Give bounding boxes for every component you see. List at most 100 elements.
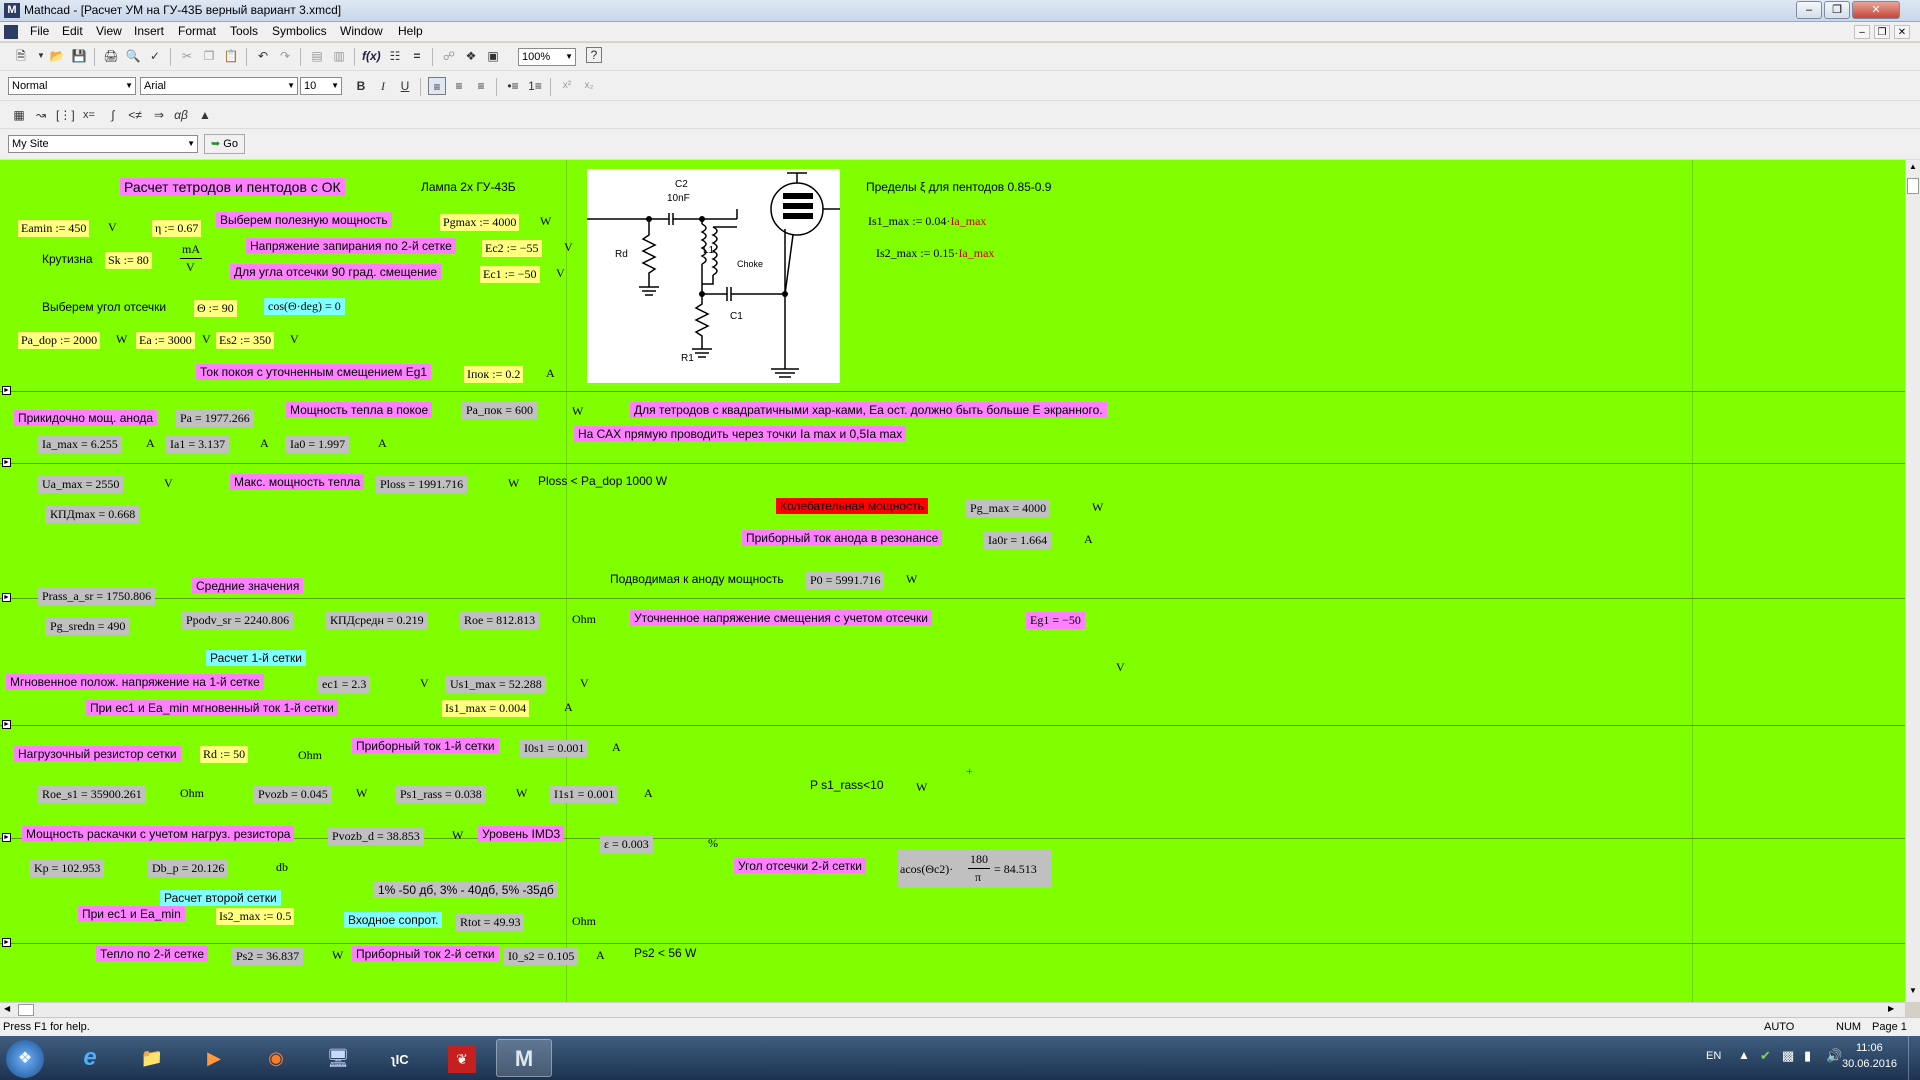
region-anchor-icon[interactable]: ► <box>2 720 11 729</box>
evaluation-icon[interactable]: x= <box>80 106 98 124</box>
sk-definition[interactable]: Sk := 80 <box>105 252 152 269</box>
ua-max-result[interactable]: Ua_max = 2550 <box>38 476 124 493</box>
kpd-sredn-result[interactable]: КПДсредн = 0.219 <box>326 612 428 629</box>
tray-show-hidden-icon[interactable]: ▲ <box>1738 1048 1750 1062</box>
sheet-title[interactable]: Расчет тетродов и пентодов с ОК <box>120 178 345 196</box>
programming-icon[interactable]: ⇒ <box>150 106 168 124</box>
insert-unit-icon[interactable]: ☷ <box>386 47 404 65</box>
resource-center-icon[interactable]: ▣ <box>484 47 502 65</box>
calculator-icon[interactable]: ▦ <box>10 106 28 124</box>
kp-result[interactable]: Kp = 102.953 <box>30 860 105 877</box>
rd-definition[interactable]: Rd := 50 <box>200 746 249 763</box>
pgmax-definition[interactable]: Pgmax := 4000 <box>440 214 520 231</box>
menu-view[interactable]: View <box>92 24 126 38</box>
scroll-down-icon[interactable]: ▼ <box>1907 986 1919 998</box>
cos-evaluation[interactable]: cos(Θ·deg) = 0 <box>264 298 345 315</box>
approx-power-label[interactable]: Прикидочно мощ. анода <box>14 410 158 426</box>
menu-help[interactable]: Help <box>394 24 427 38</box>
is1-max-result[interactable]: Is1_max = 0.004 <box>442 700 530 717</box>
ploss-comparison[interactable]: Ploss < Pa_dop 1000 W <box>538 474 667 488</box>
i0s1-result[interactable]: I0s1 = 0.001 <box>520 740 589 757</box>
media-player-icon[interactable]: ▶ <box>186 1039 242 1077</box>
heat-grid2-label[interactable]: Тепло по 2-й сетке <box>96 946 209 962</box>
region-anchor-icon[interactable]: ► <box>2 833 11 842</box>
insert-function-icon[interactable]: f(x) <box>362 47 381 65</box>
grid2-calc-label[interactable]: Расчет второй сетки <box>160 890 281 906</box>
region-anchor-icon[interactable]: ► <box>2 593 11 602</box>
adobe-reader-icon[interactable]: ❦ <box>434 1039 490 1077</box>
load-resistor-label[interactable]: Нагрузочный резистор сетки <box>14 746 181 762</box>
db-p-result[interactable]: Db_p = 20.126 <box>148 860 229 877</box>
vertical-scroll-thumb[interactable] <box>1907 178 1919 194</box>
ea-definition[interactable]: Ea := 3000 <box>136 332 195 349</box>
open-icon[interactable]: 📂 <box>48 47 66 65</box>
pg-max-result[interactable]: Pg_max = 4000 <box>966 500 1051 517</box>
tray-update-icon[interactable]: ✔ <box>1760 1048 1771 1064</box>
mdi-minimize-button[interactable]: – <box>1854 25 1870 39</box>
horizontal-scrollbar[interactable]: ◀ ▶ <box>0 1002 1905 1017</box>
ltspice-icon[interactable]: ʅIC <box>372 1039 428 1077</box>
close-button[interactable]: ✕ <box>1852 1 1900 19</box>
ec1-definition[interactable]: Ec1 := −50 <box>480 266 540 283</box>
ploss-result[interactable]: Ploss = 1991.716 <box>376 476 468 493</box>
cutoff-voltage-label[interactable]: Напряжение запирания по 2-й сетке <box>246 238 456 254</box>
anode-current-label[interactable]: Приборный ток анода в резонансе <box>742 530 943 546</box>
drive-power-label[interactable]: Мощность раскачки с учетом нагруз. резис… <box>22 826 295 842</box>
undo-icon[interactable]: ↶ <box>254 47 272 65</box>
ia0r-result[interactable]: Ia0r = 1.664 <box>984 532 1052 549</box>
eta-definition[interactable]: η := 0.67 <box>152 220 202 237</box>
pvozb-d-result[interactable]: Pvozb_d = 38.853 <box>328 828 424 845</box>
grid1-current-label[interactable]: Приборный ток 1-й сетки <box>352 738 499 754</box>
graph-icon[interactable]: ↝ <box>32 106 50 124</box>
font-size-select[interactable]: 10 ▼ <box>300 77 342 95</box>
ipok-definition[interactable]: Iпок := 0.2 <box>464 366 524 383</box>
circuit-schematic[interactable]: C2 10nF L1 Choke Rd R1 C1 <box>587 169 840 383</box>
imd3-label[interactable]: Уровень IMD3 <box>478 826 565 842</box>
italic-button[interactable]: I <box>374 77 392 95</box>
i0-s2-result[interactable]: I0_s2 = 0.105 <box>504 948 579 965</box>
ps1-note[interactable]: P s1_rass<10 <box>810 778 884 792</box>
superscript-icon[interactable]: x² <box>558 77 576 95</box>
ps1-rass-result[interactable]: Ps1_rass = 0.038 <box>396 786 486 803</box>
menu-format[interactable]: Format <box>174 24 220 38</box>
angle-grid2-label[interactable]: Угол отсечки 2-й сетки <box>734 858 866 874</box>
menu-insert[interactable]: Insert <box>130 24 168 38</box>
paste-icon[interactable]: 📋 <box>222 47 240 65</box>
print-preview-icon[interactable]: 🔍 <box>124 47 142 65</box>
language-indicator[interactable]: EN <box>1706 1050 1721 1062</box>
acos-evaluation[interactable]: acos(Θc2)· 180 π = 84.513 <box>898 850 1052 888</box>
bold-button[interactable]: B <box>352 77 370 95</box>
ia1-result[interactable]: Ia1 = 3.137 <box>166 436 230 453</box>
menu-symbolics[interactable]: Symbolics <box>268 24 331 38</box>
epsilon-result[interactable]: ε = 0.003 <box>600 836 653 853</box>
is2-max-definition[interactable]: Is2_max := 0.15·Ia_max <box>876 246 994 261</box>
vertical-scrollbar[interactable]: ▲ ▼ <box>1905 160 1920 1002</box>
subscript-icon[interactable]: x₂ <box>580 77 598 95</box>
align-left-icon[interactable]: ≡ <box>428 77 446 95</box>
scroll-right-icon[interactable]: ▶ <box>1888 1004 1900 1016</box>
average-values-label[interactable]: Средние значения <box>192 578 304 594</box>
choose-angle-label[interactable]: Выберем угол отсечки <box>42 300 166 314</box>
is1-max-definition[interactable]: Is1_max := 0.04·Ia_max <box>868 214 986 229</box>
refined-bias-label[interactable]: Уточненное напряжение смещения с учетом … <box>630 610 932 626</box>
menu-file[interactable]: File <box>26 24 53 38</box>
align-center-icon[interactable]: ≡ <box>450 77 468 95</box>
numbering-icon[interactable]: 1≡ <box>526 77 544 95</box>
print-icon[interactable]: 🖨 <box>102 47 120 65</box>
new-icon[interactable]: 🗎 <box>12 47 30 65</box>
site-select[interactable]: My Site ▼ <box>8 135 198 153</box>
is2-max-result[interactable]: Is2_max := 0.5 <box>216 908 295 925</box>
scroll-up-icon[interactable]: ▲ <box>1907 162 1919 174</box>
ppodv-result[interactable]: Ppodv_sr = 2240.806 <box>182 612 294 629</box>
mdi-restore-button[interactable]: ❐ <box>1874 25 1890 39</box>
rtot-result[interactable]: Rtot = 49.93 <box>456 914 525 931</box>
ec2-definition[interactable]: Ec2 := −55 <box>482 240 542 257</box>
cut-icon[interactable]: ✂ <box>178 47 196 65</box>
file-explorer-icon[interactable]: 📁 <box>124 1039 180 1077</box>
grid1-calc-label[interactable]: Расчет 1-й сетки <box>206 650 306 666</box>
insert-hyperlink-icon[interactable]: ☍ <box>440 47 458 65</box>
pvozb-result[interactable]: Pvozb = 0.045 <box>254 786 332 803</box>
greek-icon[interactable]: αβ <box>172 106 190 124</box>
region-anchor-icon[interactable]: ► <box>2 386 11 395</box>
restore-button[interactable]: ❐ <box>1824 1 1850 19</box>
